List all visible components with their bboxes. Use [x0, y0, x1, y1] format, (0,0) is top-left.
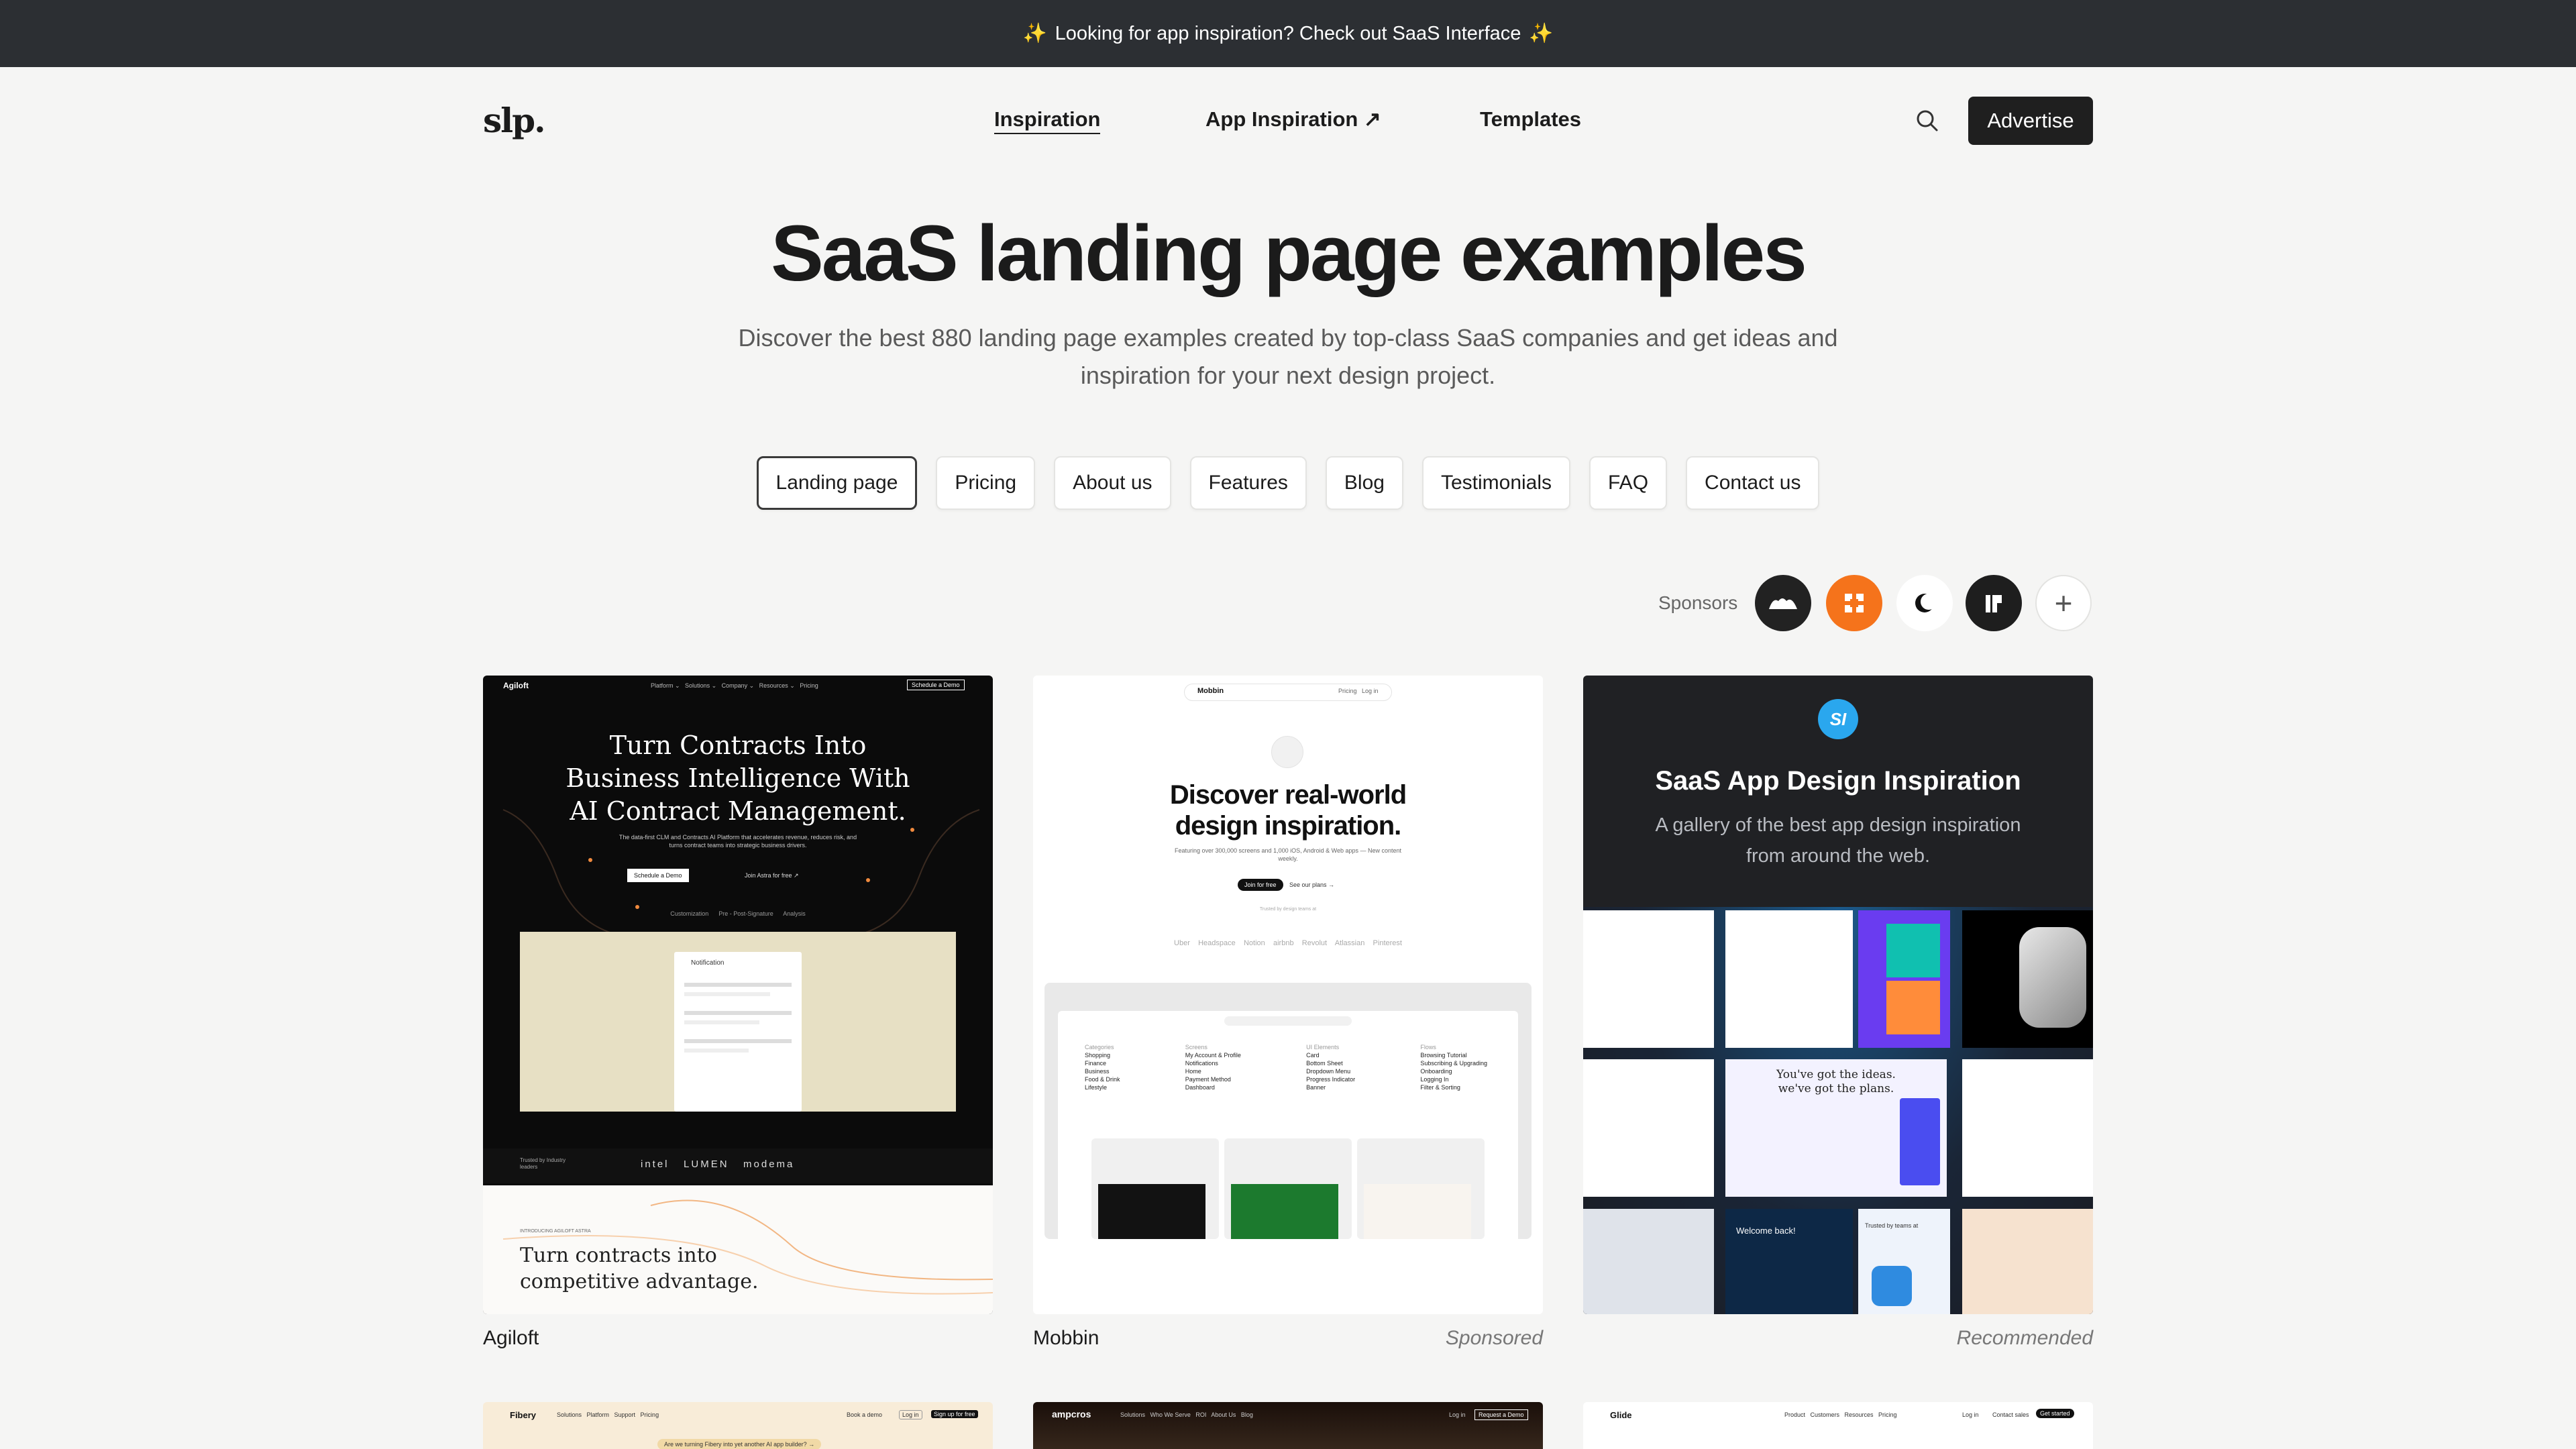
preview-tile-trusted: Trusted by teams at: [1865, 1222, 1919, 1229]
preview-secondary-link: Join Astra for free ↗: [745, 872, 799, 879]
preview-demo-button: Schedule a Demo: [907, 680, 965, 690]
preview-app-columns: Categories Shopping Finance Business Food & …: [1085, 1044, 1487, 1091]
sponsors-label: Sponsors: [1658, 592, 1738, 613]
preview-trusted: Trusted by Industry leaders: [520, 1157, 566, 1170]
example-card-fibery[interactable]: Fibery Solutions Platform Support Pricin…: [483, 1402, 993, 1449]
filter-testimonials[interactable]: Testimonials: [1421, 456, 1571, 510]
example-card-glide[interactable]: Glide Product Customers Resources Pricin…: [1583, 1402, 2093, 1449]
preview-brand: Agiloft: [503, 681, 529, 690]
banner-text[interactable]: Looking for app inspiration? Check out S…: [1055, 23, 1521, 45]
filter-about-us[interactable]: About us: [1054, 456, 1171, 510]
plus-icon: +: [2054, 586, 2073, 621]
preview-notification-list: [684, 977, 792, 1058]
preview-tabs: Customization Pre - Post-Signature Analy…: [670, 910, 806, 917]
sparkle-icon: ✨: [1529, 23, 1554, 44]
preview-login-button: Log in: [899, 1410, 922, 1419]
nav-inspiration[interactable]: Inspiration: [994, 107, 1101, 134]
preview-get-started-button: Get started: [2036, 1409, 2074, 1418]
card-label-agiloft[interactable]: Agiloft: [483, 1327, 539, 1350]
preview-headline: SaaS App Design Inspiration: [1655, 766, 2021, 796]
site-logo[interactable]: slp.: [483, 101, 546, 140]
preview-nav: Solutions Platform Support Pricing: [557, 1411, 659, 1418]
preview-signup-button: Sign up for free: [931, 1410, 978, 1418]
preview-nav: Pricing Log in: [1338, 688, 1379, 694]
sponsor-monogram-logo[interactable]: [1966, 575, 2022, 631]
preview-primary-button: Join for free: [1238, 879, 1283, 891]
sponsor-mobbin-logo[interactable]: [1755, 575, 1811, 631]
preview-tile-text: You've got the ideas. we've got the plan…: [1776, 1068, 1896, 1095]
preview-trusted: Trusted by design teams at: [1259, 907, 1317, 912]
search-icon[interactable]: [1914, 107, 1941, 134]
add-sponsor-button[interactable]: +: [2035, 575, 2092, 631]
preview-brand: Mobbin: [1197, 687, 1224, 695]
example-card-mobbin[interactable]: Mobbin Pricing Log in Discover real-worl…: [1033, 676, 1543, 1314]
preview-lower-headline: Turn contracts into competitive advantag…: [520, 1244, 759, 1293]
category-filters: Landing page Pricing About us Features B…: [0, 456, 2576, 510]
preview-primary-button: Schedule a Demo: [627, 869, 689, 882]
preview-body: Featuring over 300,000 screens and 1,000…: [1174, 847, 1402, 862]
preview-brand: ampcros: [1052, 1409, 1091, 1419]
preview-nav: Product Customers Resources Pricing: [1784, 1411, 1897, 1418]
card-label-mobbin[interactable]: Mobbin: [1033, 1327, 1099, 1350]
preview-demo-button: Request a Demo: [1474, 1409, 1528, 1420]
preview-logos: Uber Headspace Notion airbnb Revolut Atl…: [1174, 939, 1402, 947]
sparkle-icon: ✨: [1022, 23, 1047, 44]
preview-tile-welcome: Welcome back!: [1736, 1226, 1796, 1236]
preview-headline: Discover real-world design inspiration.: [1169, 780, 1407, 841]
saas-interface-logo: SI: [1818, 699, 1858, 739]
sponsored-tag: Sponsored: [1445, 1327, 1543, 1349]
filter-pricing[interactable]: Pricing: [936, 456, 1036, 510]
preview-logos: intel LUMEN modema: [641, 1159, 795, 1170]
sponsor-orange-logo[interactable]: [1826, 575, 1882, 631]
preview-notice: Are we turning Fibery into yet another A…: [657, 1439, 822, 1449]
page-title: SaaS landing page examples: [771, 209, 1807, 298]
example-card-ampcros[interactable]: ampcros Solutions Who We Serve ROI About…: [1033, 1402, 1543, 1449]
preview-subtitle: A gallery of the best app design inspira…: [1655, 814, 2021, 867]
announcement-banner[interactable]: ✨ Looking for app inspiration? Check out…: [0, 0, 2576, 67]
advertise-button[interactable]: Advertise: [1968, 97, 2093, 145]
preview-nav: Solutions Who We Serve ROI About Us Blog: [1120, 1411, 1253, 1418]
filter-landing-page[interactable]: Landing page: [756, 456, 918, 510]
preview-nav: Platform ⌄ Solutions ⌄ Company ⌄ Resourc…: [651, 682, 818, 689]
preview-contact-link: Contact sales: [1992, 1411, 2029, 1418]
nav-templates[interactable]: Templates: [1480, 107, 1581, 131]
preview-login-link: Log in: [1449, 1411, 1466, 1418]
recommended-tag: Recommended: [1956, 1327, 2093, 1349]
preview-login-link: Log in: [1962, 1411, 1979, 1418]
nav-app-inspiration[interactable]: App Inspiration ↗: [1205, 107, 1381, 131]
example-card-agiloft[interactable]: Agiloft Platform ⌄ Solutions ⌄ Company ⌄…: [483, 676, 993, 1314]
preview-demo-link: Book a demo: [847, 1411, 883, 1418]
filter-faq[interactable]: FAQ: [1589, 456, 1668, 510]
example-card-saas-interface[interactable]: SI SaaS App Design Inspiration A gallery…: [1583, 676, 2093, 1314]
preview-notification-title: Notification: [691, 959, 724, 967]
preview-headline: Turn Contracts Into Business Intelligenc…: [566, 731, 910, 826]
filter-blog[interactable]: Blog: [1325, 456, 1403, 510]
sponsor-crescent-logo[interactable]: [1896, 575, 1953, 631]
preview-secondary-link: See our plans →: [1289, 881, 1335, 888]
preview-lower-kicker: INTRODUCING AGILOFT ASTRA: [520, 1229, 591, 1234]
filter-features[interactable]: Features: [1189, 456, 1307, 510]
preview-brand: Glide: [1610, 1410, 1632, 1420]
page-subtitle: Discover the best 880 landing page examp…: [738, 324, 1838, 389]
filter-contact-us[interactable]: Contact us: [1686, 456, 1820, 510]
preview-brand: Fibery: [510, 1410, 537, 1420]
preview-body: The data-first CLM and Contracts AI Plat…: [619, 834, 857, 849]
